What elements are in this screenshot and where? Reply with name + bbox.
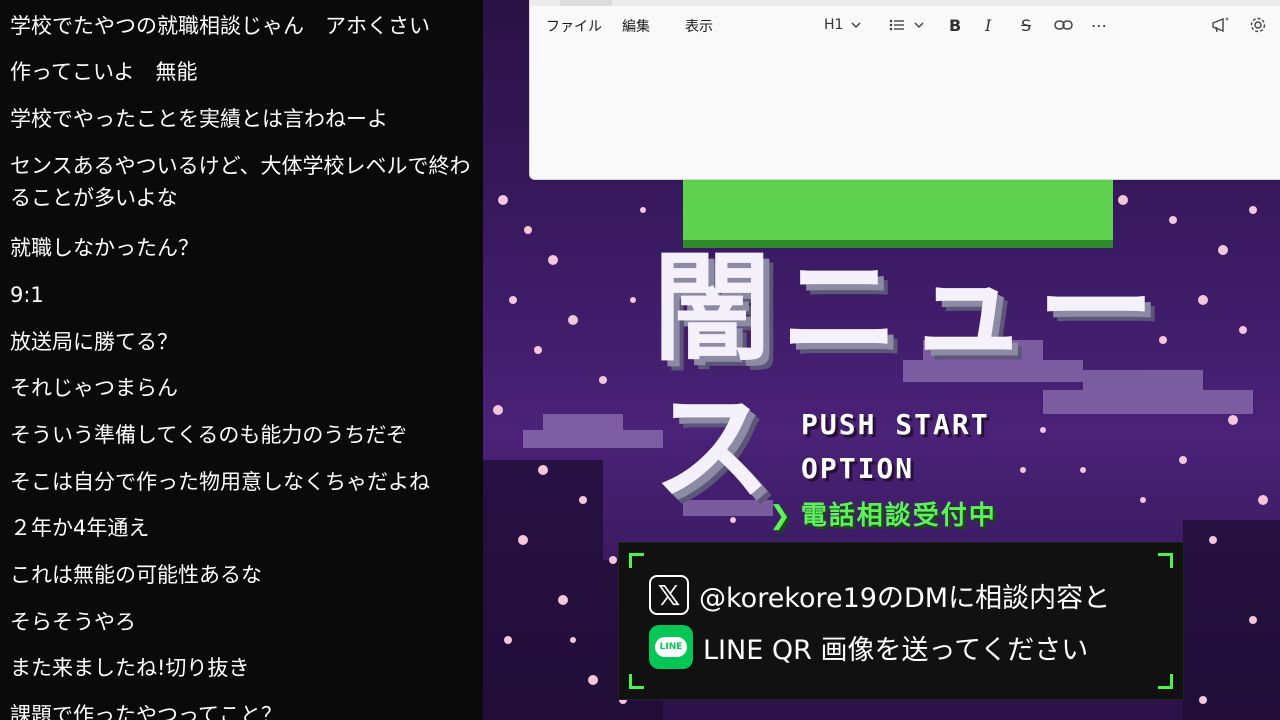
italic-icon: I [985,15,992,35]
gear-icon [1250,17,1266,33]
bold-icon: B [949,15,962,35]
more-button[interactable]: ⋯ [1091,14,1107,36]
game-title: 闇ニュース [653,239,1166,517]
megaphone-icon [1212,17,1229,33]
x-logo-icon: 𝕏 [649,575,689,615]
menu-view[interactable]: 表示 [685,16,713,36]
corner-decoration [1158,553,1173,568]
corner-decoration [629,674,644,689]
chat-message: 放送局に勝てる？ [10,330,178,354]
corner-decoration [629,553,644,568]
chevron-down-icon [851,22,861,29]
list-icon [889,19,904,31]
chat-message: 作ってこいよ 無能 [10,60,198,84]
info-x-text: @korekore19のDMに相談内容と [699,582,1111,614]
italic-button[interactable]: I [985,14,991,36]
menu-phone-consult: ❯ 電話相談受付中 [769,495,997,532]
corner-decoration [1158,674,1173,689]
editor-window[interactable]: ファイル 編集 表示 H1 B I S ⋯ [529,0,1280,180]
chat-message: 学校でたやつの就職相談じゃん アホくさい [10,14,430,38]
chat-message: ２年か4年通え [10,516,150,540]
editor-tab[interactable] [560,0,612,6]
settings-button[interactable] [1249,14,1267,36]
chat-message: 学校でやったことを実績とは言わねーよ [10,107,388,131]
chevron-down-icon [914,22,924,29]
chat-panel: 学校でたやつの就職相談じゃん アホくさい 作ってこいよ 無能 学校でやったことを… [0,0,483,720]
list-button[interactable] [888,14,926,36]
link-icon [1054,20,1073,30]
editor-title-strip [530,0,1280,6]
menu-option: OPTION [801,452,915,485]
phone-consult-label: 電話相談受付中 [800,501,997,531]
chat-message: センスあるやついるけど、大体学校レベルで終わることが多いよな [10,154,471,210]
chat-message: 9:1 [10,283,44,307]
chat-message: 就職しなかったん？ [10,236,199,260]
more-icon: ⋯ [1091,15,1107,35]
heading-select[interactable]: H1 [824,14,863,36]
chat-message: そらそうやろ [10,610,136,634]
line-logo-icon: LINE [649,625,693,669]
menu-push-start: PUSH START [801,408,990,441]
chat-message: そこは自分で作った物用意しなくちゃだよね [10,470,430,494]
line-logo-text: LINE [654,637,688,657]
chat-message: それじゃつまらん [10,376,178,400]
arrow-right-icon: ❯ [769,501,793,531]
strikethrough-icon: S [1021,15,1032,35]
info-row-x: 𝕏 @korekore19のDMに相談内容と [649,573,1110,617]
menu-file[interactable]: ファイル [546,16,602,36]
menu-edit[interactable]: 編集 [622,16,650,36]
chat-message: これは無能の可能性あるな [10,563,262,587]
link-button[interactable] [1054,14,1074,36]
heading-select-value: H1 [824,17,844,33]
bold-button[interactable]: B [949,14,961,36]
info-box: 𝕏 @korekore19のDMに相談内容と LINE LINE QR 画像を送… [618,542,1184,700]
info-row-line: LINE LINE QR 画像を送ってください [649,625,1088,669]
chat-message: そういう準備してくるのも能力のうちだぞ [10,423,408,447]
chat-message: 課題で作ったやつってこと？ [10,703,282,720]
chat-message: また来ましたね!切り抜き [10,656,250,680]
strikethrough-button[interactable]: S [1021,14,1031,36]
announce-button[interactable] [1211,14,1231,36]
info-line-text: LINE QR 画像を送ってください [703,634,1089,666]
